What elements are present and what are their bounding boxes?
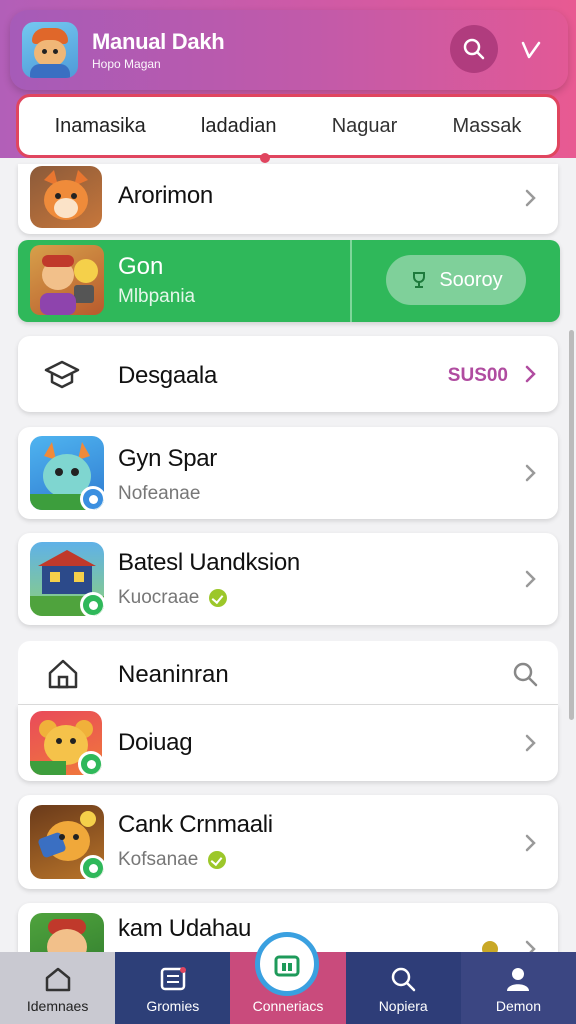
play-badge-icon [80, 592, 104, 616]
nav-item-gromies[interactable]: Gromies [115, 952, 231, 1024]
item-subtitle-row: Kofsanae [118, 849, 227, 871]
home-icon [45, 967, 70, 992]
featured-item-gon[interactable]: Gon Mlbpania Sooroy [18, 240, 560, 322]
fox-character-logo-icon[interactable] [22, 22, 78, 78]
treasure-app-icon [30, 805, 104, 879]
header-check-button[interactable] [514, 32, 548, 66]
home-icon [48, 659, 78, 689]
header-title-group: Manual Dakh Hopo Magan [92, 29, 225, 71]
game-character-icon [30, 245, 104, 315]
nav-label: Gromies [146, 998, 200, 1014]
chevron-right-icon [525, 365, 536, 383]
bear-app-icon [30, 711, 102, 775]
user-icon [507, 968, 530, 991]
list-item-batesl-uandksion[interactable]: Batesl Uandksion Kuocraae [18, 533, 558, 625]
tab-massak[interactable]: Massak [452, 115, 521, 138]
item-title: Arorimon [118, 182, 213, 209]
list-icon [160, 967, 186, 991]
store-fab-button[interactable] [255, 932, 319, 996]
check-icon [521, 41, 541, 59]
nav-item-nopiera[interactable]: Nopiera [345, 952, 461, 1024]
list-item-doiuag[interactable]: Doiuag [18, 705, 558, 781]
verified-icon [209, 588, 228, 607]
app-header: Manual Dakh Hopo Magan [10, 10, 568, 90]
item-title: kam Udahau [118, 915, 252, 942]
nav-label: Idemnaes [26, 998, 89, 1014]
item-title: Batesl Uandksion [118, 549, 300, 576]
list-item-arorimon[interactable]: Arorimon [18, 164, 558, 234]
verified-icon [208, 850, 227, 869]
chevron-right-icon [525, 570, 536, 588]
item-title: Desgaala [118, 362, 218, 389]
item-subtitle: Mlbpania [118, 286, 196, 307]
active-tab-indicator [260, 153, 270, 163]
nav-label: Nopiera [378, 998, 428, 1014]
item-title: Doiuag [118, 729, 193, 756]
play-badge-icon [80, 855, 104, 879]
tab-ladadian[interactable]: ladadian [201, 115, 277, 138]
chevron-right-icon [525, 464, 536, 482]
nav-item-idemnaes[interactable]: Idemnaes [0, 952, 116, 1024]
list-item-gyn-spar[interactable]: Gyn Spar Nofeanae [18, 427, 558, 519]
search-icon [463, 38, 485, 60]
tab-naguar[interactable]: Naguar [332, 115, 398, 138]
divider [350, 240, 352, 322]
header-search-button[interactable] [450, 25, 498, 73]
monster-app-icon [30, 436, 104, 510]
sooroy-button-label: Sooroy [439, 268, 503, 291]
chevron-right-icon [525, 834, 536, 852]
list-item-desgaala[interactable]: Desgaala SUS00 [18, 336, 558, 412]
item-title: Gon [118, 253, 164, 280]
chevron-right-icon [525, 734, 536, 752]
app-subtitle: Hopo Magan [92, 57, 161, 71]
app-title: Manual Dakh [92, 29, 225, 54]
nav-label: Conneriacs [252, 998, 324, 1014]
graduation-cap-icon [44, 360, 80, 389]
section-title: Neaninran [118, 661, 229, 688]
play-badge-icon [78, 751, 102, 775]
chevron-right-icon [525, 189, 536, 207]
nav-label: Demon [495, 998, 541, 1014]
search-icon[interactable] [512, 661, 538, 687]
building-app-icon [30, 542, 104, 616]
item-title: Gyn Spar [118, 445, 217, 472]
list-item-cank-crnmaali[interactable]: Cank Crnmaali Kofsanae [18, 795, 558, 889]
price-label: SUS00 [447, 365, 508, 386]
tab-inamasika[interactable]: Inamasika [55, 115, 146, 138]
trophy-icon [413, 272, 426, 288]
item-subtitle: Kuocraae [118, 587, 200, 608]
sooroy-button[interactable]: Sooroy [386, 255, 526, 305]
item-subtitle: Kofsanae [118, 849, 199, 870]
item-subtitle-row: Kuocraae [118, 587, 228, 609]
search-icon [391, 967, 416, 992]
pause-badge-icon [80, 486, 104, 510]
nav-item-demon[interactable]: Demon [460, 952, 576, 1024]
fox-app-icon [30, 166, 102, 228]
category-tabs: Inamasika ladadian Naguar Massak [16, 94, 560, 163]
item-subtitle: Nofeanae [118, 483, 201, 504]
item-title: Cank Crnmaali [118, 811, 273, 838]
scrollbar[interactable] [569, 330, 574, 720]
store-icon [274, 955, 300, 977]
section-header-neaninran: Neaninran [18, 641, 558, 705]
